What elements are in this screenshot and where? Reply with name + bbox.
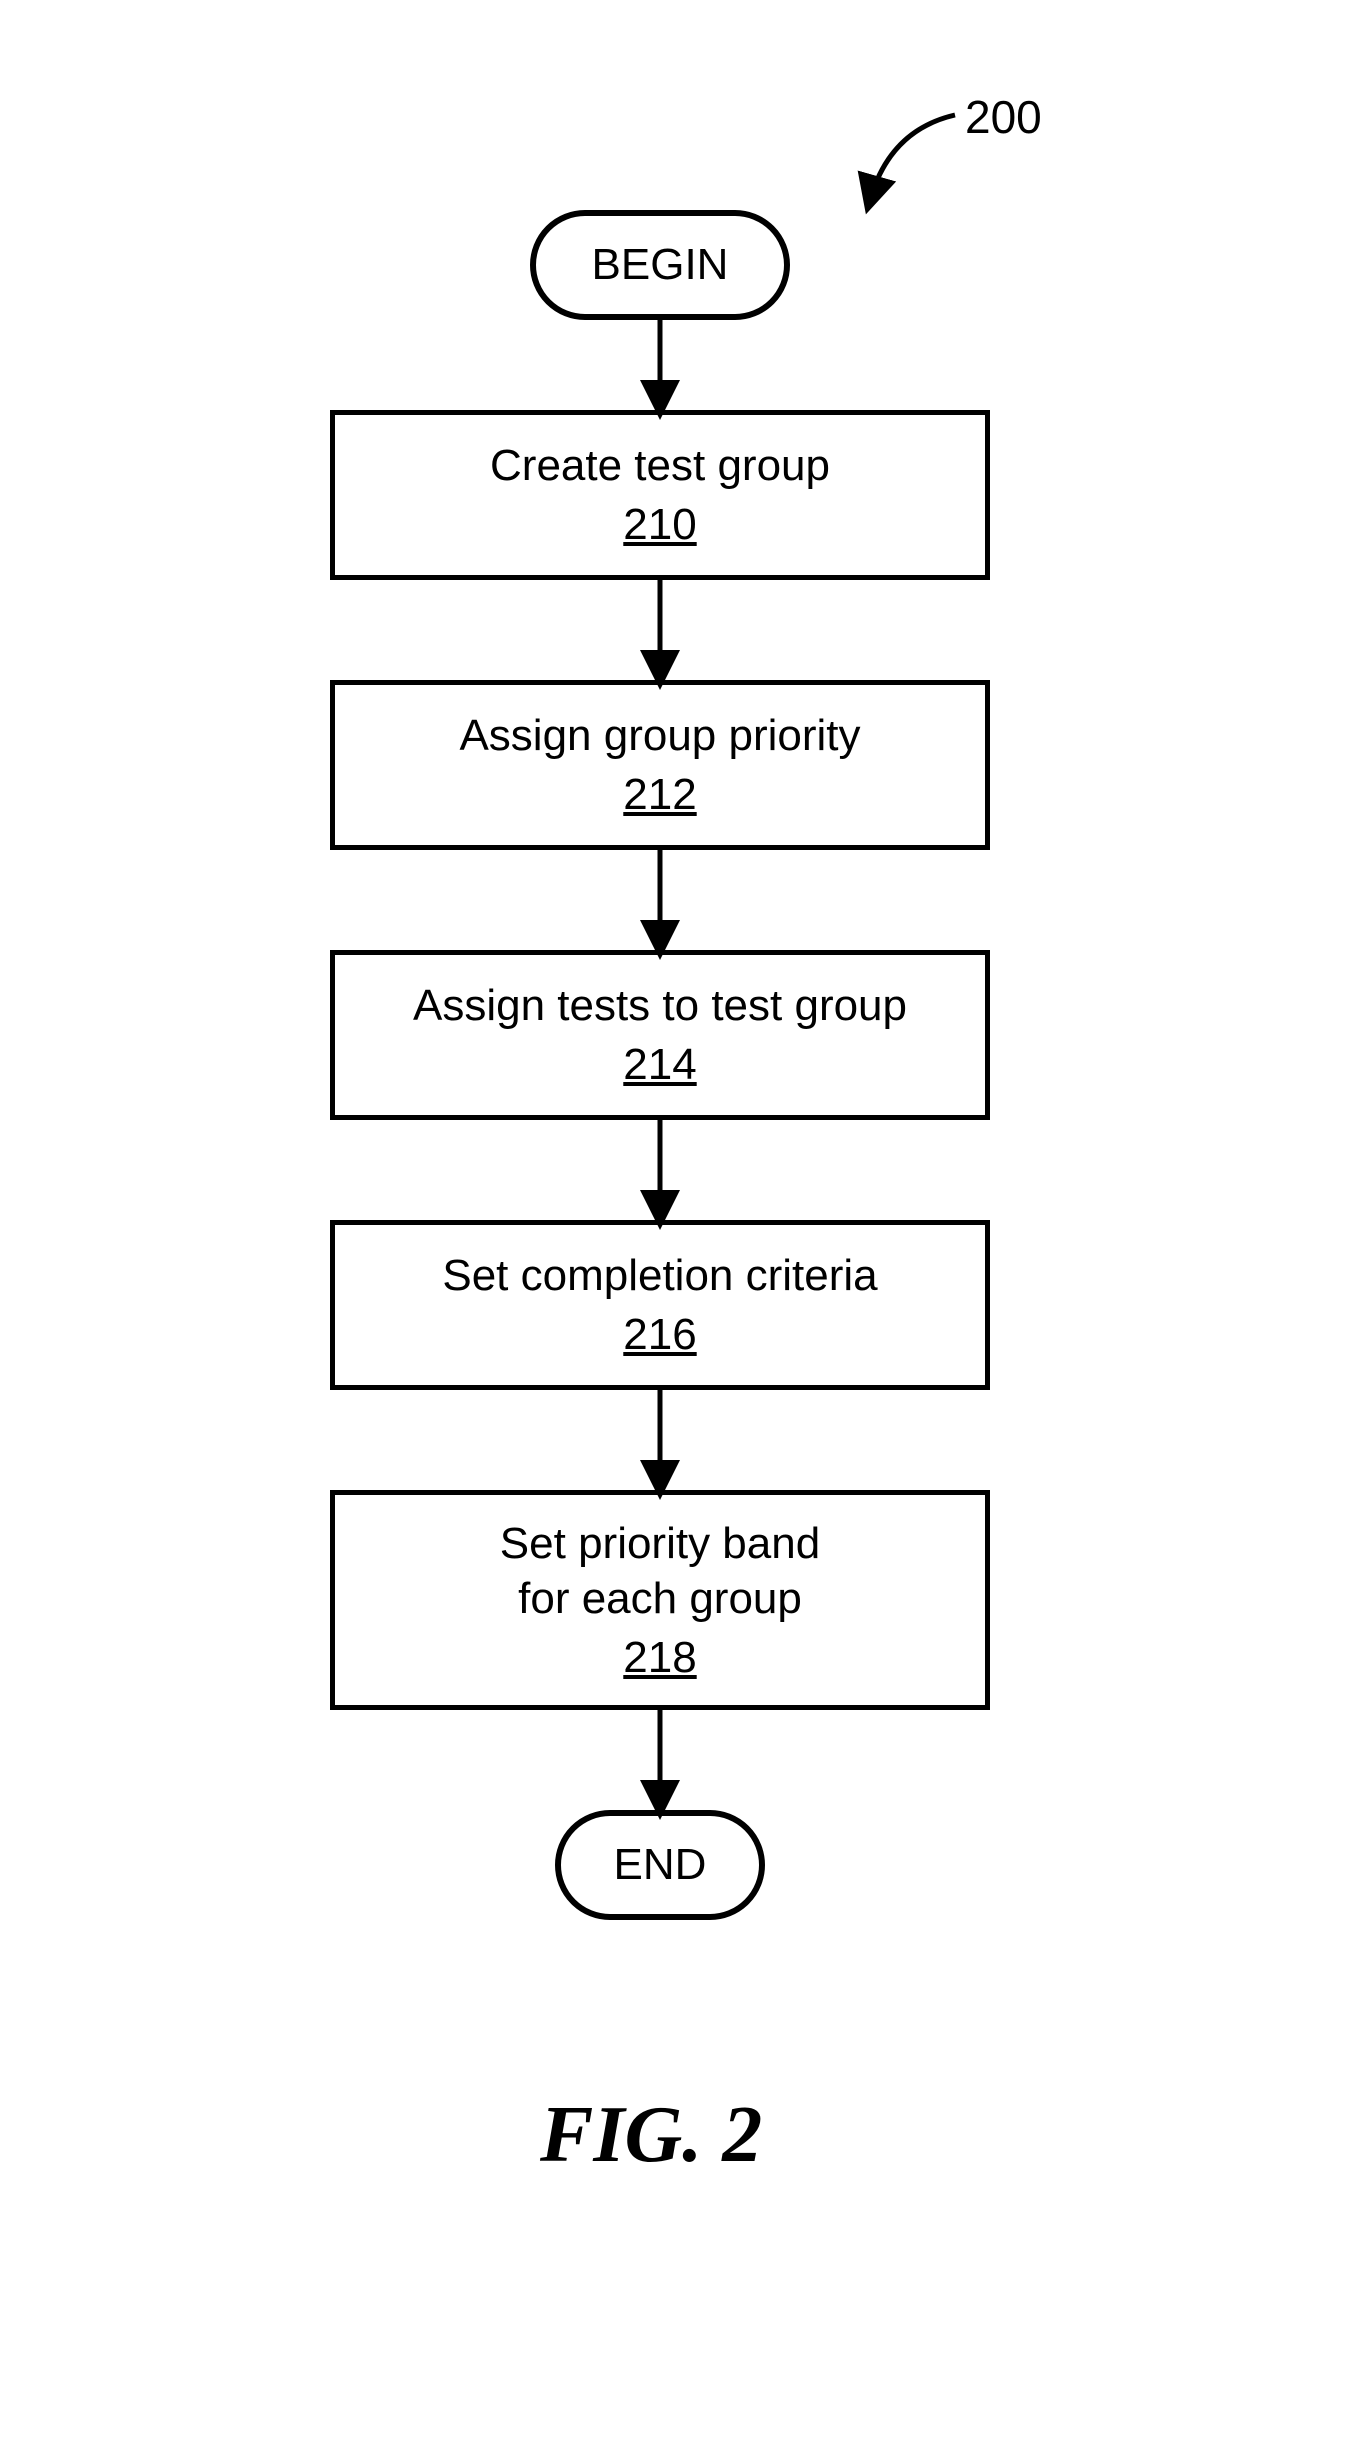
flowchart-canvas: 200 BEGIN Create test group 210 Assign g… bbox=[0, 0, 1359, 2445]
terminator-begin: BEGIN bbox=[530, 210, 790, 320]
process-212: Assign group priority 212 bbox=[330, 680, 990, 850]
terminator-end-label: END bbox=[614, 1840, 707, 1890]
process-212-text: Assign group priority bbox=[459, 708, 860, 763]
process-212-ref: 212 bbox=[623, 767, 696, 822]
process-218-ref: 218 bbox=[623, 1630, 696, 1685]
process-216-text: Set completion criteria bbox=[442, 1248, 877, 1303]
process-210: Create test group 210 bbox=[330, 410, 990, 580]
process-218: Set priority band for each group 218 bbox=[330, 1490, 990, 1710]
process-214: Assign tests to test group 214 bbox=[330, 950, 990, 1120]
process-214-ref: 214 bbox=[623, 1037, 696, 1092]
terminator-begin-label: BEGIN bbox=[592, 240, 729, 290]
terminator-end: END bbox=[555, 1810, 765, 1920]
figure-caption: FIG. 2 bbox=[540, 2090, 762, 2181]
process-210-text: Create test group bbox=[490, 438, 830, 493]
process-216-ref: 216 bbox=[623, 1307, 696, 1362]
pointer-arrow-200 bbox=[870, 115, 955, 200]
process-218-text-line1: Set priority band bbox=[500, 1516, 820, 1571]
process-218-text-line2: for each group bbox=[518, 1571, 802, 1626]
process-210-ref: 210 bbox=[623, 497, 696, 552]
process-216: Set completion criteria 216 bbox=[330, 1220, 990, 1390]
process-214-text: Assign tests to test group bbox=[413, 978, 907, 1033]
figure-ref-label: 200 bbox=[965, 90, 1042, 144]
